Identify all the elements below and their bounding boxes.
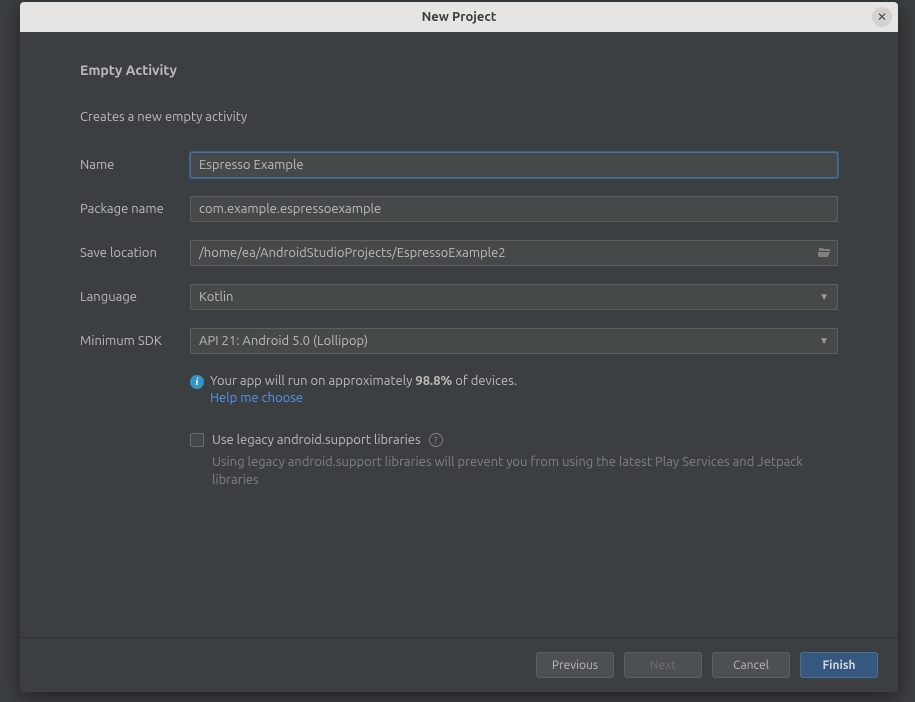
legacy-libraries-checkbox[interactable] (190, 433, 204, 447)
device-coverage-text: Your app will run on approximately 98.8%… (210, 374, 517, 388)
save-location-input[interactable] (190, 240, 838, 266)
project-template-heading: Empty Activity (80, 62, 838, 78)
cancel-button[interactable]: Cancel (712, 652, 790, 678)
language-label: Language (80, 290, 190, 304)
info-icon: i (190, 375, 204, 389)
name-input[interactable] (190, 152, 838, 178)
dialog-title: New Project (422, 10, 497, 24)
legacy-libraries-label: Use legacy android.support libraries (212, 433, 421, 447)
package-name-label: Package name (80, 202, 190, 216)
previous-button[interactable]: Previous (536, 652, 614, 678)
finish-button[interactable]: Finish (800, 652, 878, 678)
dialog-titlebar: New Project ✕ (20, 2, 898, 32)
package-name-input[interactable] (190, 196, 838, 222)
minimum-sdk-select-value: API 21: Android 5.0 (Lollipop) (199, 334, 368, 348)
language-row: Language Kotlin ▼ (80, 284, 838, 310)
name-row: Name (80, 152, 838, 178)
legacy-libraries-block: Use legacy android.support libraries ? U… (190, 433, 838, 489)
language-select-value: Kotlin (199, 290, 233, 304)
chevron-down-icon: ▼ (819, 335, 829, 347)
close-icon: ✕ (877, 10, 887, 24)
name-label: Name (80, 158, 190, 172)
next-button: Next (624, 652, 702, 678)
help-me-choose-link[interactable]: Help me choose (210, 391, 303, 405)
save-location-label: Save location (80, 246, 190, 260)
language-select[interactable]: Kotlin ▼ (190, 284, 838, 310)
close-button[interactable]: ✕ (872, 7, 892, 27)
minimum-sdk-select[interactable]: API 21: Android 5.0 (Lollipop) ▼ (190, 328, 838, 354)
minimum-sdk-row: Minimum SDK API 21: Android 5.0 (Lollipo… (80, 328, 838, 354)
legacy-libraries-note: Using legacy android.support libraries w… (212, 453, 838, 489)
new-project-dialog: New Project ✕ Empty Activity Creates a n… (20, 2, 898, 692)
dialog-button-row: Previous Next Cancel Finish (20, 637, 898, 692)
help-icon[interactable]: ? (429, 433, 443, 447)
minimum-sdk-label: Minimum SDK (80, 334, 190, 348)
package-name-row: Package name (80, 196, 838, 222)
save-location-row: Save location (80, 240, 838, 266)
device-coverage-info: i Your app will run on approximately 98.… (190, 374, 838, 405)
project-template-description: Creates a new empty activity (80, 110, 838, 124)
dialog-content: Empty Activity Creates a new empty activ… (20, 32, 898, 692)
chevron-down-icon: ▼ (819, 291, 829, 303)
